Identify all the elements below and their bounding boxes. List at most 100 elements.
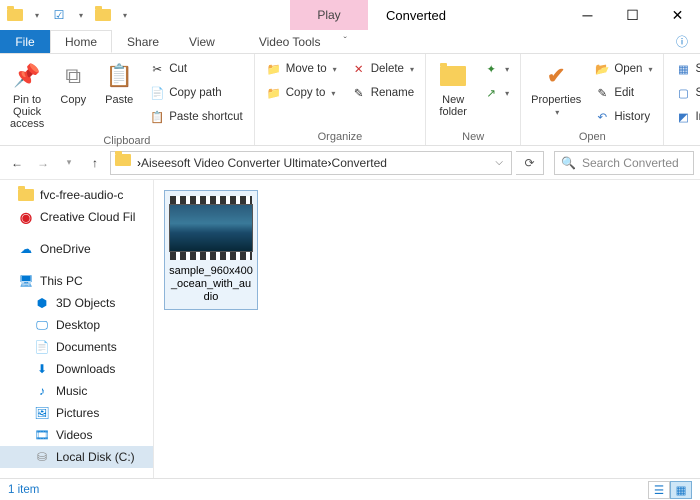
copy-path-button[interactable]: 📄Copy path [146,82,246,104]
clipboard-icon: 📋 [103,60,135,92]
properties-button[interactable]: ✔ Properties ▾ [525,56,587,122]
address-dropdown-icon[interactable]: ⌵ [491,157,507,168]
history-label: History [614,111,650,123]
nav-item-label: Videos [56,428,92,442]
nav-item-disk[interactable]: ⛁ Local Disk (C:) [0,446,153,468]
group-organize: 📁Move to▾ 📁Copy to▾ ✕Delete▾ ✎Rename Org… [255,54,426,145]
nav-item-docs[interactable]: 📄Documents [0,336,153,358]
easy-access-button[interactable]: ↗▾ [480,82,512,104]
details-view-button[interactable]: ☰ [648,481,670,499]
chevron-down-icon: ▾ [410,65,414,74]
qat-customize-icon[interactable]: ▾ [116,6,134,24]
maximize-button[interactable]: ☐ [610,0,655,30]
breadcrumb[interactable]: › Aiseesoft Video Converter Ultimate › C… [110,151,512,175]
nav-item-label: Local Disk (C:) [56,450,135,464]
window-controls: ─ ☐ ✕ [565,0,700,30]
thumbnails-view-button[interactable]: ▦ [670,481,692,499]
group-select: ▦Select all ▢Select none ◩ Invert selecti… [664,54,700,145]
nav-item-folder[interactable]: fvc-free-audio-c [0,184,153,206]
forward-button[interactable]: → [32,152,54,174]
paste-button[interactable]: 📋 Paste [96,56,142,110]
copy-to-button[interactable]: 📁Copy to▾ [263,82,340,104]
open-button[interactable]: 📂Open▾ [591,58,655,80]
back-button[interactable]: ← [6,152,28,174]
file-list[interactable]: sample_960x400_ocean_with_audio [154,180,700,480]
chevron-down-icon: ▾ [331,89,335,98]
folder-icon[interactable] [94,6,112,24]
tab-share[interactable]: Share [112,30,174,53]
breadcrumb-parent[interactable]: Aiseesoft Video Converter Ultimate [141,156,328,170]
nav-item-videos[interactable]: 🎞Videos [0,424,153,446]
group-clipboard: 📌 Pin to Quick access ⧉ Copy 📋 Paste ✂Cu… [0,54,255,145]
nav-item-desktop[interactable]: 🖵Desktop [0,314,153,336]
pin-to-quick-access-button[interactable]: 📌 Pin to Quick access [4,56,50,134]
paste-shortcut-button[interactable]: 📋Paste shortcut [146,106,246,128]
move-to-button[interactable]: 📁Move to▾ [263,58,340,80]
nav-item-pc[interactable]: 🖥This PC [0,270,153,292]
search-icon: 🔍 [561,156,576,170]
onedrive-icon: ☁ [18,241,34,257]
collapse-ribbon-icon[interactable]: ˇ [335,30,354,53]
nav-item-label: Desktop [56,318,100,332]
invert-label: Invert selection [695,111,700,123]
new-item-button[interactable]: ✦▾ [480,58,512,80]
nav-item-3d[interactable]: ⬢3D Objects [0,292,153,314]
nav-item-music[interactable]: ♪Music [0,380,153,402]
qat-dropdown-icon[interactable]: ▾ [72,6,90,24]
ribbon-tabs: File Home Share View Video Tools ˇ ⓘ [0,30,700,54]
search-input[interactable]: 🔍 Search Converted [554,151,694,175]
select-all-button[interactable]: ▦Select all [672,58,700,80]
copy-to-label: Copy to [286,87,326,99]
rename-button[interactable]: ✎Rename [348,82,417,104]
group-new: New folder ✦▾ ↗▾ New [426,54,521,145]
nav-item-downloads[interactable]: ⬇Downloads [0,358,153,380]
copy-icon: ⧉ [57,60,89,92]
checkbox-icon[interactable]: ☑ [50,6,68,24]
nav-item-label: This PC [40,274,83,288]
minimize-button[interactable]: ─ [565,0,610,30]
delete-button[interactable]: ✕Delete▾ [348,58,417,80]
select-none-button[interactable]: ▢Select none [672,82,700,104]
nav-item-label: Documents [56,340,117,354]
invert-icon: ◩ [675,109,691,125]
group-label-select: Select [668,130,700,145]
refresh-button[interactable]: ⟳ [516,151,544,175]
tab-video-tools[interactable]: Video Tools [244,30,336,53]
edit-label: Edit [614,87,634,99]
chevron-down-icon: ▾ [505,65,509,74]
video-thumbnail [169,195,253,261]
history-button[interactable]: ↶History [591,106,655,128]
select-none-label: Select none [695,87,700,99]
chevron-down-icon: ▾ [333,65,337,74]
new-folder-button[interactable]: New folder [430,56,476,122]
file-item[interactable]: sample_960x400_ocean_with_audio [164,190,258,310]
edit-button[interactable]: ✎ Edit [591,82,655,104]
tab-home[interactable]: Home [50,30,112,53]
invert-selection-button[interactable]: ◩ Invert selection [672,106,700,128]
tab-view[interactable]: View [174,30,230,53]
rename-icon: ✎ [351,85,367,101]
nav-item-pictures[interactable]: 🖼Pictures [0,402,153,424]
nav-item-label: 3D Objects [56,296,115,310]
cc-icon: ◉ [18,209,34,225]
nav-item-cc[interactable]: ◉ Creative Cloud Fil [0,206,153,228]
breadcrumb-current[interactable]: Converted [332,156,387,170]
nav-item-onedrive[interactable]: ☁OneDrive [0,238,153,260]
quick-access-toolbar: ▾ ☑ ▾ ▾ [0,0,140,30]
up-button[interactable]: ↑ [84,152,106,174]
qat-dropdown-icon[interactable]: ▾ [28,6,46,24]
copy-button[interactable]: ⧉ Copy [50,56,96,110]
tab-file[interactable]: File [0,30,50,53]
recent-locations-button[interactable]: ▾ [58,152,80,174]
folder-icon[interactable] [6,6,24,24]
folder-icon [115,154,133,172]
window-title: Converted [368,0,565,30]
disk-icon: ⛁ [34,449,50,465]
item-count: 1 item [8,484,39,496]
cut-button[interactable]: ✂Cut [146,58,246,80]
close-button[interactable]: ✕ [655,0,700,30]
edit-icon: ✎ [594,85,610,101]
nav-item-label: Creative Cloud Fil [40,210,135,224]
help-icon[interactable]: ⓘ [664,30,700,53]
path-icon: 📄 [149,85,165,101]
